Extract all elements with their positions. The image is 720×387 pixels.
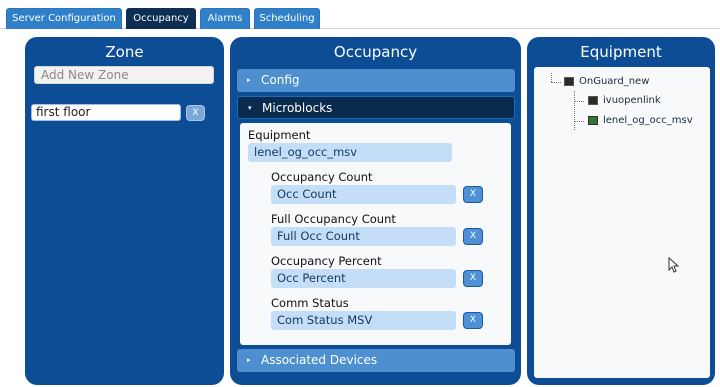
equipment-label: Equipment (248, 128, 311, 142)
zone-title: Zone (105, 43, 144, 61)
occupancy-percent-field[interactable]: Occ Percent (271, 269, 456, 288)
tab-scheduling[interactable]: Scheduling (254, 8, 320, 29)
device-icon (588, 96, 598, 105)
comm-status-field[interactable]: Com Status MSV (271, 311, 456, 330)
occupancy-title: Occupancy (333, 43, 418, 61)
server-icon (564, 77, 574, 86)
equipment-tree: OnGuard_new ivuopenlink lenel_og_occ_msv (534, 67, 710, 378)
tree-connector (574, 91, 575, 130)
microblocks-section-header[interactable]: ▾ Microblocks (237, 96, 515, 119)
occupancy-count-label: Occupancy Count (271, 170, 373, 184)
tree-connector (574, 101, 584, 102)
microblocks-section-label: Microblocks (262, 101, 333, 115)
caret-down-icon: ▾ (248, 104, 252, 112)
caret-right-icon: ▸ (247, 76, 251, 84)
mouse-cursor-icon (668, 257, 680, 273)
tree-connector (551, 73, 552, 82)
comm-status-label: Comm Status (271, 296, 349, 310)
zone-item-first-floor[interactable]: first floor (31, 104, 181, 121)
config-section-header[interactable]: ▸ Config (237, 69, 515, 92)
remove-comm-status-button[interactable]: X (463, 312, 483, 329)
tree-node-ivuopenlink[interactable]: ivuopenlink (603, 95, 661, 107)
equipment-title: Equipment (580, 43, 662, 61)
tree-node-onguard-new[interactable]: OnGuard_new (579, 76, 649, 88)
microblocks-section-body: Equipment lenel_og_occ_msv Occupancy Cou… (240, 123, 511, 345)
full-occupancy-count-field[interactable]: Full Occ Count (271, 227, 456, 246)
occupancy-percent-label: Occupancy Percent (271, 254, 382, 268)
equipment-panel: Equipment OnGuard_new ivuopenlink lenel_… (527, 37, 715, 385)
config-section-label: Config (261, 73, 300, 87)
occupancy-panel: Occupancy ▸ Config ▾ Microblocks Equipme… (230, 37, 521, 385)
zone-panel: Zone Add New Zone first floor X (25, 37, 224, 385)
device-icon (588, 116, 598, 125)
remove-zone-button[interactable]: X (186, 105, 205, 121)
associated-devices-section-label: Associated Devices (261, 353, 378, 367)
remove-occupancy-count-button[interactable]: X (463, 186, 483, 203)
add-zone-input[interactable]: Add New Zone (34, 66, 214, 84)
tab-bar: Server Configuration Occupancy Alarms Sc… (0, 0, 720, 29)
tree-connector (574, 121, 584, 122)
tab-occupancy[interactable]: Occupancy (126, 8, 196, 29)
full-occupancy-count-label: Full Occupancy Count (271, 212, 396, 226)
associated-devices-section-header[interactable]: ▸ Associated Devices (237, 349, 515, 372)
equipment-field[interactable]: lenel_og_occ_msv (248, 143, 452, 162)
tab-server-configuration[interactable]: Server Configuration (6, 8, 122, 29)
tree-connector (551, 82, 561, 83)
remove-occupancy-percent-button[interactable]: X (463, 270, 483, 287)
tab-alarms[interactable]: Alarms (200, 8, 250, 29)
occupancy-count-field[interactable]: Occ Count (271, 185, 456, 204)
caret-right-icon: ▸ (247, 356, 251, 364)
tree-node-lenel-og-occ-msv[interactable]: lenel_og_occ_msv (603, 115, 693, 127)
remove-full-occupancy-count-button[interactable]: X (463, 228, 483, 245)
